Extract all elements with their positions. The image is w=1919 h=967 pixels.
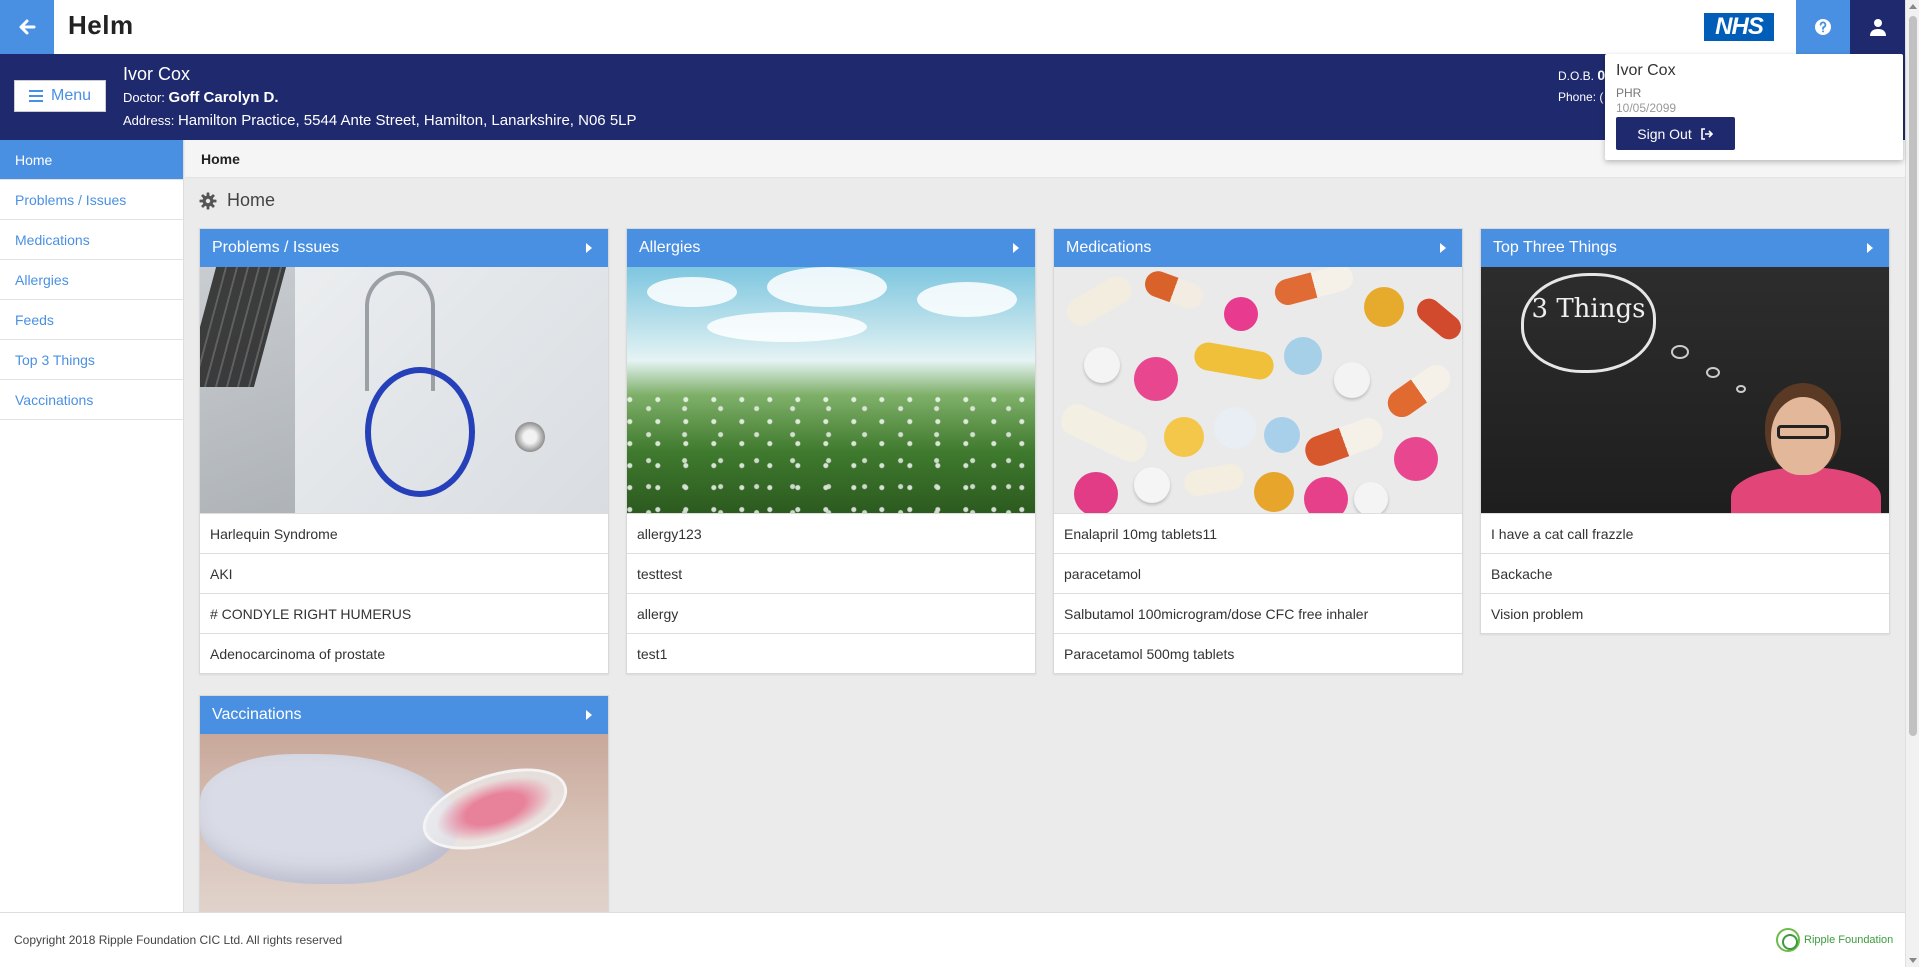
- copyright-text: Copyright 2018 Ripple Foundation CIC Ltd…: [14, 933, 343, 947]
- medications-card-header[interactable]: Medications: [1054, 229, 1462, 267]
- phone-label: Phone:: [1558, 90, 1597, 104]
- scrollbar[interactable]: [1905, 0, 1919, 967]
- phone-value: (: [1599, 90, 1604, 104]
- sign-out-label: Sign Out: [1637, 125, 1692, 142]
- sidebar-item-problems[interactable]: Problems / Issues: [0, 180, 183, 220]
- popover-date: 10/05/2099: [1616, 101, 1677, 115]
- medications-card-image: [1054, 267, 1462, 513]
- ripple-logo-text: Ripple Foundation: [1804, 934, 1894, 946]
- problems-card-title: Problems / Issues: [212, 239, 340, 256]
- user-icon: [1869, 19, 1886, 36]
- medications-card-title: Medications: [1066, 239, 1152, 256]
- page-title-wrap: Home: [199, 190, 275, 211]
- gear-icon: [199, 192, 217, 209]
- list-item[interactable]: Adenocarcinoma of prostate: [200, 633, 608, 673]
- caret-right-icon: [1440, 243, 1446, 253]
- top-bar: Helm NHS: [0, 0, 1905, 54]
- vaccinations-card-image: [200, 734, 608, 912]
- back-button[interactable]: [0, 0, 54, 54]
- address-value: Hamilton Practice, 5544 Ante Street, Ham…: [177, 112, 637, 129]
- list-item[interactable]: allergy: [627, 593, 1035, 633]
- list-item[interactable]: Enalapril 10mg tablets11: [1054, 513, 1462, 553]
- list-item[interactable]: Vision problem: [1481, 593, 1889, 633]
- list-item[interactable]: AKI: [200, 553, 608, 593]
- dob-value: 0: [1597, 67, 1606, 83]
- list-item[interactable]: Backache: [1481, 553, 1889, 593]
- list-item[interactable]: Harlequin Syndrome: [200, 513, 608, 553]
- sidebar: Home Problems / Issues Medications Aller…: [0, 140, 184, 912]
- address-label: Address:: [123, 113, 175, 128]
- list-item[interactable]: # CONDYLE RIGHT HUMERUS: [200, 593, 608, 633]
- ripple-logo[interactable]: Ripple Foundation: [1776, 928, 1893, 952]
- top-three-card-image: 3 Things: [1481, 267, 1889, 513]
- medications-card: Medications Enalapril 10mg tablets11 par…: [1053, 228, 1463, 674]
- sidebar-item-medications[interactable]: Medications: [0, 220, 183, 260]
- allergies-card-header[interactable]: Allergies: [627, 229, 1035, 267]
- list-item[interactable]: test1: [627, 633, 1035, 673]
- patient-name: Ivor Cox: [123, 64, 191, 84]
- top-three-card-title: Top Three Things: [1493, 239, 1617, 256]
- scroll-thumb[interactable]: [1909, 16, 1917, 736]
- user-button[interactable]: [1850, 0, 1905, 54]
- footer: Copyright 2018 Ripple Foundation CIC Ltd…: [0, 912, 1905, 967]
- list-item[interactable]: Paracetamol 500mg tablets: [1054, 633, 1462, 673]
- vaccinations-card: Vaccinations: [199, 695, 609, 913]
- scroll-up-icon[interactable]: [1909, 4, 1917, 9]
- problems-card-image: [200, 267, 608, 513]
- problems-card-header[interactable]: Problems / Issues: [200, 229, 608, 267]
- nhs-logo: NHS: [1704, 13, 1774, 41]
- caret-right-icon: [586, 710, 592, 720]
- help-button[interactable]: [1796, 0, 1850, 54]
- sidebar-item-vaccinations[interactable]: Vaccinations: [0, 380, 183, 420]
- app-logo[interactable]: Helm: [68, 10, 134, 41]
- question-circle-icon: [1815, 19, 1831, 35]
- top-three-card-header[interactable]: Top Three Things: [1481, 229, 1889, 267]
- vaccinations-card-header[interactable]: Vaccinations: [200, 696, 608, 734]
- hamburger-icon: [28, 90, 43, 102]
- arrow-left-icon: [19, 19, 36, 35]
- allergies-card: Allergies allergy123 testtest allergy te…: [626, 228, 1036, 674]
- problems-card: Problems / Issues Harlequin Syndrome AKI…: [199, 228, 609, 674]
- caret-right-icon: [586, 243, 592, 253]
- dob-label: D.O.B.: [1558, 69, 1595, 83]
- popover-user-name: Ivor Cox: [1616, 62, 1676, 79]
- ripple-logo-icon: [1776, 928, 1800, 952]
- caret-right-icon: [1867, 243, 1873, 253]
- list-item[interactable]: allergy123: [627, 513, 1035, 553]
- allergies-card-image: [627, 267, 1035, 513]
- top-three-card: Top Three Things 3 Things I have a cat c…: [1480, 228, 1890, 634]
- breadcrumb[interactable]: Home: [201, 151, 240, 167]
- menu-label: Menu: [50, 87, 92, 104]
- thought-bubble-text: 3 Things: [1521, 273, 1656, 373]
- popover-user-role: PHR: [1616, 86, 1642, 100]
- doctor-line: Doctor: Goff Carolyn D.: [123, 89, 279, 106]
- sidebar-item-home[interactable]: Home: [0, 140, 183, 180]
- list-item[interactable]: I have a cat call frazzle: [1481, 513, 1889, 553]
- vaccinations-card-title: Vaccinations: [212, 706, 302, 723]
- phone-line: Phone: (: [1558, 90, 1603, 104]
- doctor-name: Goff Carolyn D.: [168, 89, 279, 106]
- doctor-label: Doctor:: [123, 90, 165, 105]
- sidebar-item-allergies[interactable]: Allergies: [0, 260, 183, 300]
- scroll-down-icon[interactable]: [1909, 958, 1917, 963]
- list-item[interactable]: testtest: [627, 553, 1035, 593]
- sidebar-item-feeds[interactable]: Feeds: [0, 300, 183, 340]
- sign-out-icon: [1700, 127, 1713, 140]
- list-item[interactable]: Salbutamol 100microgram/dose CFC free in…: [1054, 593, 1462, 633]
- sidebar-item-top3[interactable]: Top 3 Things: [0, 340, 183, 380]
- menu-button[interactable]: Menu: [14, 80, 106, 112]
- allergies-card-title: Allergies: [639, 239, 701, 256]
- page-title: Home: [227, 190, 276, 210]
- list-item[interactable]: paracetamol: [1054, 553, 1462, 593]
- sign-out-button[interactable]: Sign Out: [1616, 117, 1735, 150]
- caret-right-icon: [1013, 243, 1019, 253]
- dob-line: D.O.B. 0: [1558, 67, 1605, 83]
- address-line: Address: Hamilton Practice, 5544 Ante St…: [123, 112, 637, 129]
- user-popover: Ivor Cox PHR 10/05/2099 Sign Out: [1605, 54, 1903, 160]
